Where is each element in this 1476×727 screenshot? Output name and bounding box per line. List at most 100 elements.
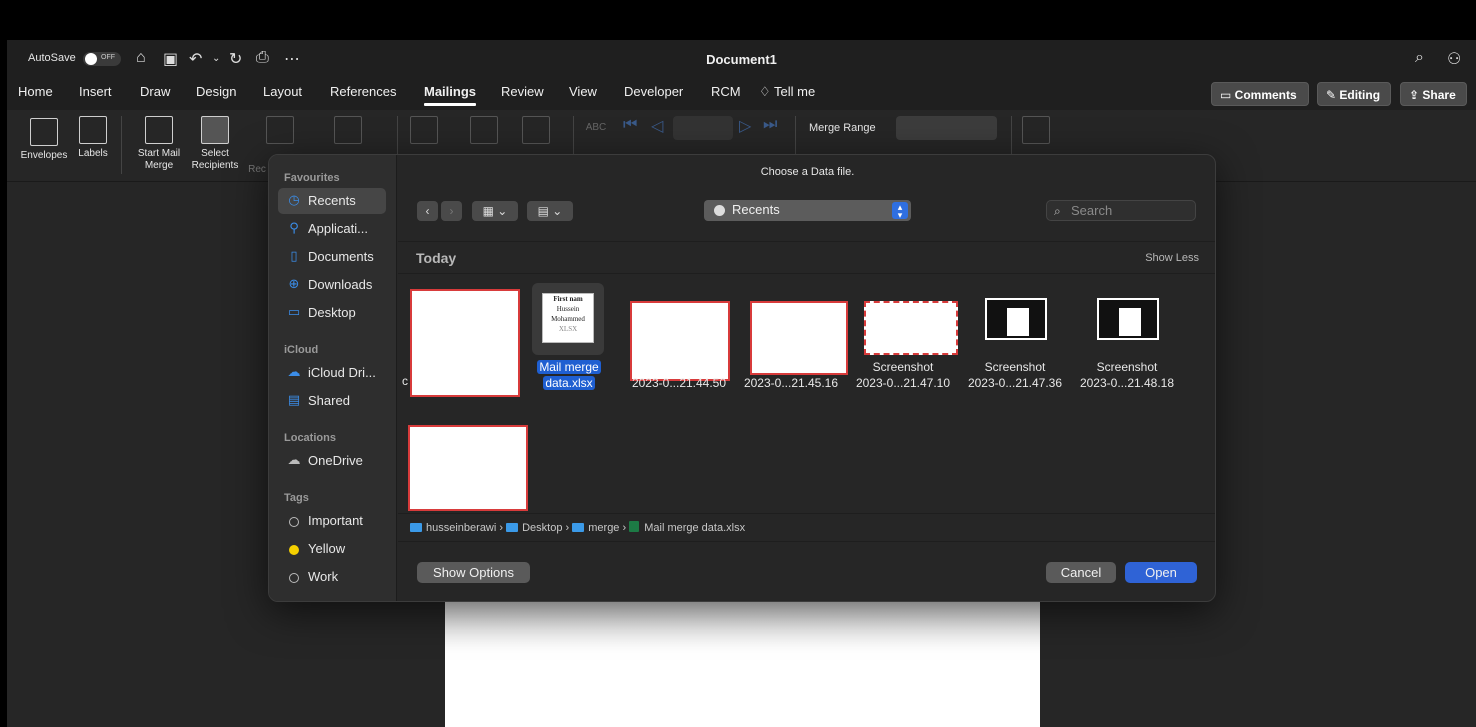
show-options-button[interactable]: Show Options [417,562,530,583]
share-people-icon[interactable]: ⚇ [1447,49,1461,69]
search-input[interactable]: ⌕ Search [1046,200,1196,221]
sidebar-item-documents[interactable]: ▯ Documents [278,244,386,270]
update-labels-button [521,116,551,148]
dialog-sidebar: Favourites ◷ Recents ⚲ Applicati... ▯ Docum… [269,155,397,601]
section-today: Today [416,250,457,266]
file-name[interactable]: Screenshot 2023-0...21.47.10 [844,359,962,391]
tag-dot-icon [289,517,299,527]
tag-dot-icon [289,545,299,555]
file-item-redacted[interactable] [864,301,958,355]
cancel-button[interactable]: Cancel [1046,562,1116,583]
labels-button[interactable]: Labels [73,116,113,160]
search-icon[interactable]: ⌕ [1415,49,1424,67]
sidebar-item-label: Yellow [308,541,346,556]
tab-rcm[interactable]: RCM [711,84,741,99]
folder-icon [506,523,519,532]
file-item-redacted[interactable] [408,425,528,511]
record-number-input [673,116,733,140]
file-item-redacted[interactable] [750,301,848,375]
select-recipients-label-2: Recipients [191,160,239,171]
open-button[interactable]: Open [1125,562,1197,583]
tab-developer[interactable]: Developer [624,84,683,99]
download-icon: ⊕ [288,276,300,291]
sidebar-item-recents[interactable]: ◷ Recents [278,188,386,214]
tab-design[interactable]: Design [196,84,236,99]
preview-results-button: ABC [581,122,611,134]
path-segment[interactable]: merge [588,522,619,534]
tab-draw[interactable]: Draw [140,84,170,99]
tab-view[interactable]: View [569,84,597,99]
comments-label: Comments [1234,88,1297,102]
sidebar-item-shared[interactable]: ▤ Shared [278,388,386,414]
file-name[interactable]: Screenshot 2023-0...21.47.36 [956,359,1074,391]
tell-me[interactable]: ♢ Tell me [759,84,815,100]
group-button[interactable]: ▤ ⌄ [527,201,573,221]
file-item-xlsx[interactable]: First nam Hussein Mohammed XLSX [532,283,604,355]
sidebar-item-label: Desktop [308,305,356,320]
view-icons-button[interactable]: ▦ ⌄ [472,201,518,221]
sidebar-heading-locations: Locations [284,432,336,444]
file-name[interactable]: Screenshot 2023-0...21.48.18 [1068,359,1186,391]
file-name-line: Screenshot [984,360,1046,374]
select-recipients-icon [201,116,229,144]
sidebar-item-tag-work[interactable]: Work [278,564,386,590]
forward-button[interactable]: › [441,201,462,221]
file-name-xlsx[interactable]: Mail merge data.xlsx [534,359,604,391]
comments-button[interactable]: ▭ Comments [1211,82,1309,106]
previous-record-icon: ◁ [651,118,664,135]
file-name[interactable]: 2023-0...21.44.50 [620,375,738,391]
insert-field-button [409,116,439,148]
sidebar-item-tag-important[interactable]: Important [278,508,386,534]
sidebar-item-downloads[interactable]: ⊕ Downloads [278,272,386,298]
file-name-line: Mail merge [537,360,601,374]
file-item-screenshot-thumbnail[interactable] [1097,298,1159,340]
start-mail-merge-button[interactable]: Start Mail Merge [131,116,187,172]
screen-top-bar [0,0,1476,40]
divider [398,541,1215,542]
tab-mailings[interactable]: Mailings [424,84,477,106]
cloud-icon: ☁ [287,364,301,379]
divider [398,273,1215,274]
xlsx-preview-text: First nam [553,295,583,303]
tab-layout[interactable]: Layout [263,84,302,99]
tab-references[interactable]: References [330,84,396,99]
tab-home[interactable]: Home [18,84,53,99]
path-segment[interactable]: Mail merge data.xlsx [644,522,745,534]
location-select[interactable]: Recents ▴ ▾ [704,200,911,221]
share-icon: ⇪ [1409,88,1423,102]
sidebar-item-onedrive[interactable]: ☁ OneDrive [278,448,386,474]
file-name-line: data.xlsx [543,376,595,390]
path-segment[interactable]: husseinberawi [426,522,496,534]
tab-review[interactable]: Review [501,84,544,99]
back-button[interactable]: ‹ [417,201,438,221]
merge-range-select [896,116,997,140]
finish-merge-button [1021,116,1051,148]
sidebar-item-label: iCloud Dri... [308,365,376,380]
sidebar-item-applications[interactable]: ⚲ Applicati... [278,216,386,242]
xlsx-extension-label: XLSX [558,325,578,333]
file-item-redacted[interactable] [410,289,520,397]
sidebar-item-label: Recents [308,193,356,208]
envelopes-button[interactable]: Envelopes [18,118,70,162]
file-name[interactable]: 2023-0...21.45.16 [732,375,850,391]
shared-folder-icon: ▤ [287,392,301,407]
clock-icon: ◷ [288,192,300,207]
share-button[interactable]: ⇪ Share [1400,82,1467,106]
file-name-line: 2023-0...21.48.18 [1079,376,1175,390]
sidebar-item-tag-yellow[interactable]: Yellow [278,536,386,562]
sidebar-item-desktop[interactable]: ▭ Desktop [278,300,386,326]
recipients-partial-label: Rec [248,164,266,175]
cloud-icon: ☁ [287,452,301,467]
select-recipients-button[interactable]: Select Recipients [187,116,243,172]
document-page[interactable] [445,600,1040,727]
file-item-screenshot-thumbnail[interactable] [985,298,1047,340]
sidebar-item-label: Important [308,513,363,528]
pencil-icon: ✎ [1326,88,1340,102]
editing-button[interactable]: ✎ Editing [1317,82,1391,106]
show-less-button[interactable]: Show Less [1145,252,1199,264]
sidebar-item-icloud-drive[interactable]: ☁ iCloud Dri... [278,360,386,386]
thumbnail-page [1119,308,1141,336]
path-segment[interactable]: Desktop [522,522,562,534]
file-item-redacted[interactable] [630,301,730,381]
tab-insert[interactable]: Insert [79,84,112,99]
